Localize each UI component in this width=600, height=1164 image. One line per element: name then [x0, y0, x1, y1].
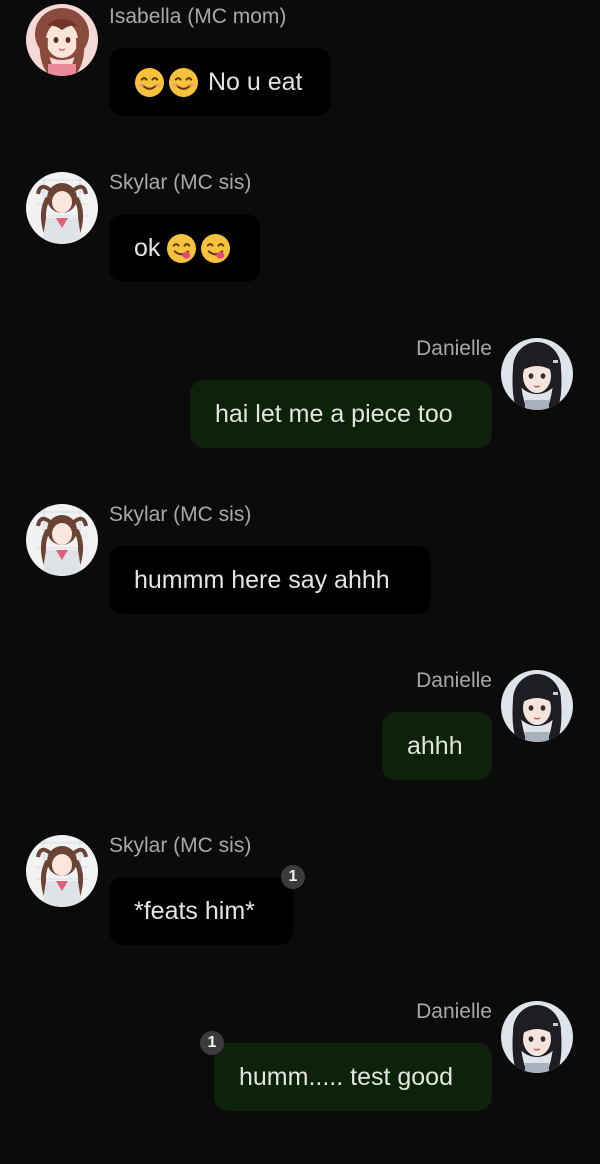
message-bubble[interactable]: hai let me a piece too [190, 380, 492, 448]
sender-name: Danielle [416, 669, 492, 692]
message-danielle: Danielle hai let me a piece too [0, 336, 600, 448]
avatar-danielle[interactable] [501, 1001, 573, 1073]
emoji-group [134, 67, 202, 98]
message-bubble[interactable]: *feats him* [109, 877, 293, 945]
message-bubble[interactable]: No u eat [109, 48, 331, 116]
unread-count-badge: 1 [281, 865, 305, 889]
message-text: *feats him* [134, 896, 255, 925]
sender-name: Danielle [416, 1000, 492, 1023]
emoji-group [166, 233, 234, 264]
sender-name: Isabella (MC mom) [109, 5, 287, 28]
avatar-skylar[interactable] [26, 504, 98, 576]
message-text: No u eat [208, 67, 303, 96]
sender-name: Skylar (MC sis) [109, 171, 252, 194]
sender-name: Skylar (MC sis) [109, 834, 252, 857]
message-bubble[interactable]: ahhh [382, 712, 492, 780]
message-bubble[interactable]: ok [109, 214, 260, 282]
message-text: hai let me a piece too [215, 399, 453, 428]
message-text: ok [134, 233, 161, 262]
message-skylar: Skylar (MC sis) hummm here say ahhh [0, 502, 600, 614]
message-text: hummm here say ahhh [134, 565, 390, 594]
smiling-face-emoji [168, 67, 199, 98]
avatar-danielle[interactable] [501, 338, 573, 410]
message-bubble[interactable]: humm..... test good [214, 1043, 492, 1111]
avatar-skylar[interactable] [26, 172, 98, 244]
yum-face-emoji [200, 233, 231, 264]
sender-name: Skylar (MC sis) [109, 503, 252, 526]
message-text: ahhh [407, 731, 463, 760]
message-skylar: Skylar (MC sis) ok [0, 170, 600, 282]
message-danielle: Danielle ahhh [0, 668, 600, 780]
sender-name: Danielle [416, 337, 492, 360]
message-skylar: Skylar (MC sis) *feats him* 1 [0, 833, 600, 945]
avatar-danielle[interactable] [501, 670, 573, 742]
message-bubble[interactable]: hummm here say ahhh [109, 546, 431, 614]
avatar-skylar[interactable] [26, 835, 98, 907]
smiling-face-emoji [134, 67, 165, 98]
message-isabella: Isabella (MC mom) No u eat [0, 4, 600, 116]
message-text: humm..... test good [239, 1062, 453, 1091]
avatar-isabella[interactable] [26, 4, 98, 76]
message-danielle: Danielle humm..... test good 1 [0, 999, 600, 1111]
yum-face-emoji [166, 233, 197, 264]
unread-count-badge: 1 [200, 1031, 224, 1055]
